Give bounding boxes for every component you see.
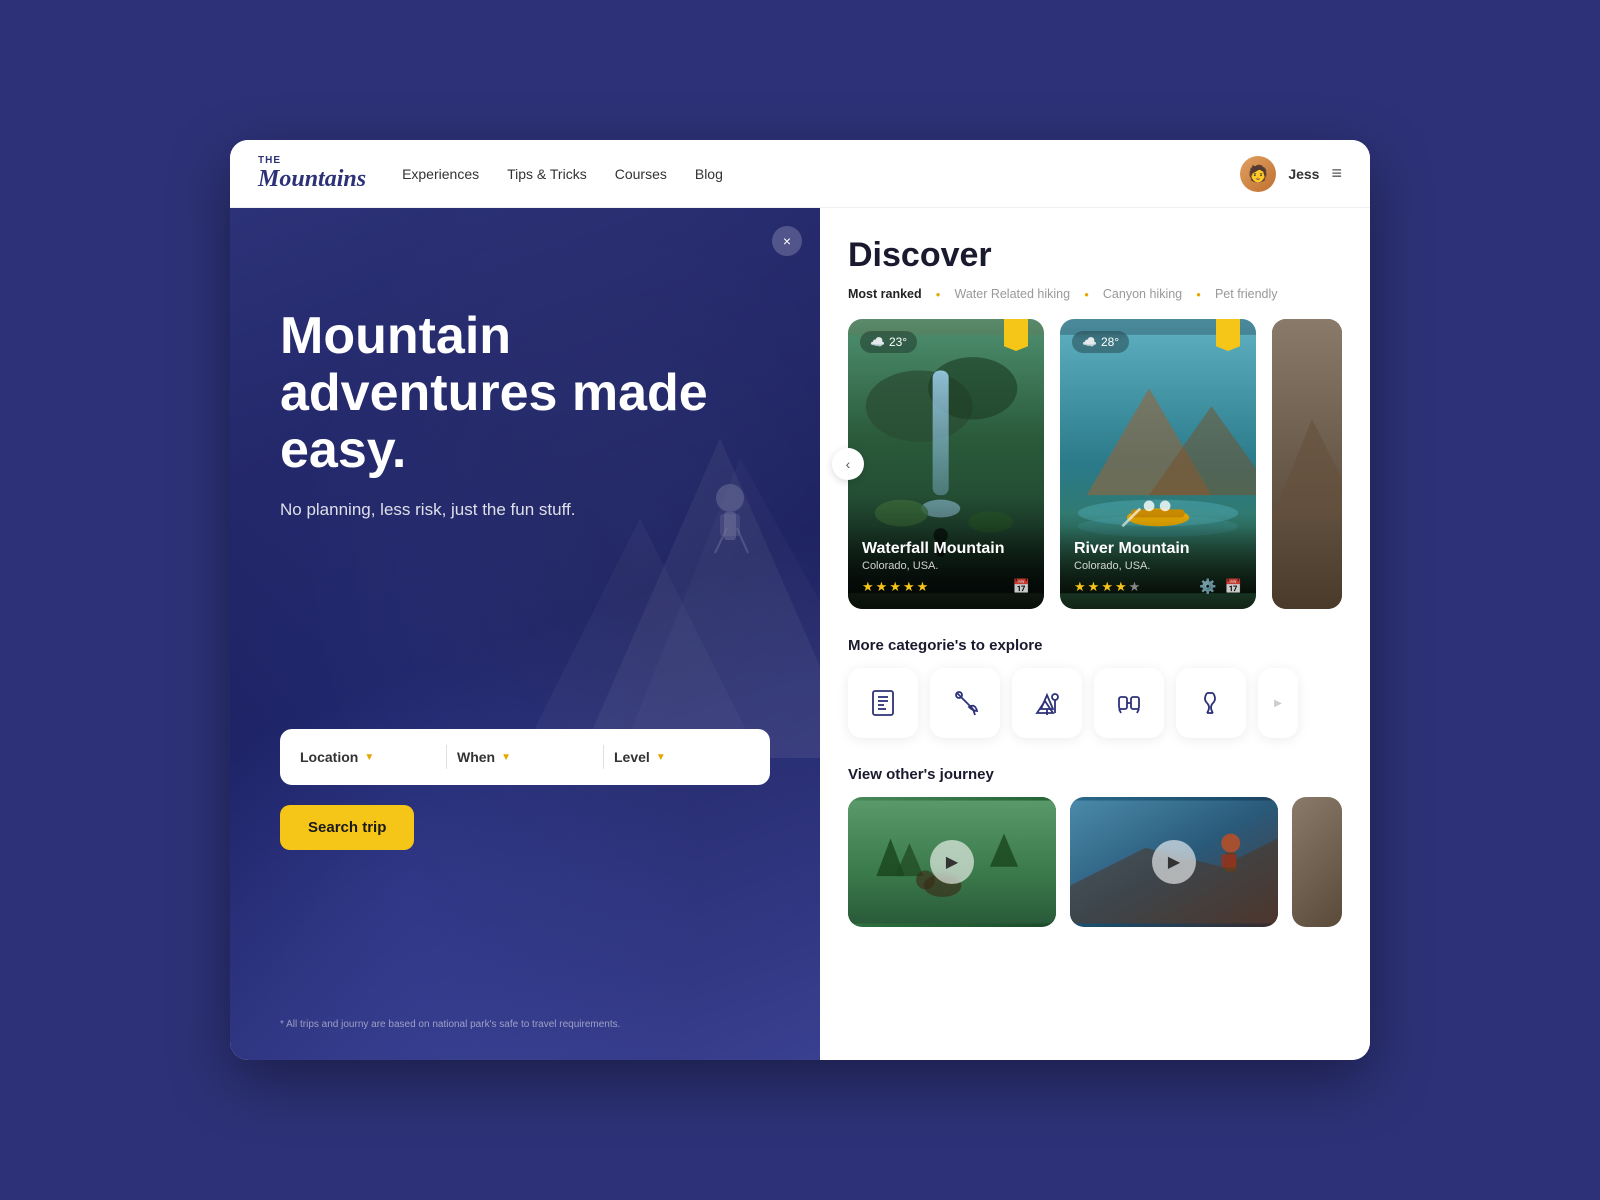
location-chevron: ▼ <box>364 752 374 763</box>
hero-title: Mountain adventures made easy. <box>280 308 770 480</box>
close-button[interactable]: × <box>772 226 802 256</box>
nav-tips-tricks[interactable]: Tips & Tricks <box>507 166 587 182</box>
card-footer-river: ★ ★ ★ ★ ★ ⚙️ 📅 <box>1074 578 1242 595</box>
card-weather-waterfall: ☁️ 23° <box>860 331 917 353</box>
card-title-river: River Mountain <box>1074 540 1242 558</box>
filter-bar: Most ranked ● Water Related hiking ● Can… <box>848 287 1342 301</box>
cards-row: ‹ <box>848 319 1342 609</box>
main-content: × Mountain adventures made easy. No plan… <box>230 208 1370 1060</box>
play-button-meadow[interactable]: ▶ <box>930 840 974 884</box>
cloud-icon-river: ☁️ <box>1082 335 1097 349</box>
card-icons-waterfall: 📅 <box>1013 578 1030 595</box>
star-5: ★ <box>917 579 929 595</box>
tools-icon: ⚙️ <box>1199 578 1216 595</box>
when-chevron: ▼ <box>501 752 511 763</box>
trip-card-river[interactable]: ☁️ 28° River Mountain Colorado, USA. ★ ★… <box>1060 319 1256 609</box>
journey-row: ▶ <box>848 797 1342 927</box>
logo-the: THE <box>258 155 366 166</box>
filter-dot-1: ● <box>936 290 941 299</box>
nav-experiences[interactable]: Experiences <box>402 166 479 182</box>
when-field[interactable]: When ▼ <box>457 749 593 765</box>
cloud-icon: ☁️ <box>870 335 885 349</box>
star-3: ★ <box>889 579 901 595</box>
app-container: THE Mountains Experiences Tips & Tricks … <box>230 140 1370 1060</box>
card-title-waterfall: Waterfall Mountain <box>862 540 1030 558</box>
filter-canyon-hiking[interactable]: Canyon hiking <box>1103 287 1182 301</box>
location-field[interactable]: Location ▼ <box>300 749 436 765</box>
trip-card-waterfall[interactable]: ☁️ 23° Waterfall Mountain Colorado, USA.… <box>848 319 1044 609</box>
filter-pet-friendly[interactable]: Pet friendly <box>1215 287 1278 301</box>
discover-title: Discover <box>848 236 1342 275</box>
r-star-2: ★ <box>1088 579 1100 595</box>
level-chevron: ▼ <box>656 752 666 763</box>
journey-card-meadow[interactable]: ▶ <box>848 797 1056 927</box>
card-location-river: Colorado, USA. <box>1074 560 1242 572</box>
journeys-title: View other's journey <box>848 766 1342 783</box>
r-star-1: ★ <box>1074 579 1086 595</box>
level-field[interactable]: Level ▼ <box>614 749 750 765</box>
hero-disclaimer: * All trips and journy are based on nati… <box>280 1019 770 1030</box>
logo[interactable]: THE Mountains <box>258 155 366 193</box>
filter-water-hiking[interactable]: Water Related hiking <box>954 287 1070 301</box>
stars-river: ★ ★ ★ ★ ★ <box>1074 579 1140 595</box>
field-divider-2 <box>603 745 604 769</box>
card-bookmark-river[interactable] <box>1216 319 1240 351</box>
r-star-4: ★ <box>1115 579 1127 595</box>
card-bookmark-waterfall[interactable] <box>1004 319 1028 351</box>
card-weather-river: ☁️ 28° <box>1072 331 1129 353</box>
star-1: ★ <box>862 579 874 595</box>
category-hiking[interactable] <box>1012 668 1082 738</box>
nav-links: Experiences Tips & Tricks Courses Blog <box>402 166 1240 182</box>
category-gear[interactable] <box>1094 668 1164 738</box>
right-panel: Discover Most ranked ● Water Related hik… <box>820 208 1370 1060</box>
nav-courses[interactable]: Courses <box>615 166 667 182</box>
journey-card-partial[interactable] <box>1292 797 1342 927</box>
logo-text: Mountains <box>258 166 366 192</box>
trip-card-partial[interactable] <box>1272 319 1342 609</box>
when-label: When <box>457 749 495 765</box>
search-panel: Location ▼ When ▼ Level ▼ Search trip <box>280 729 770 850</box>
card-icons-river: ⚙️ 📅 <box>1199 578 1242 595</box>
category-rope[interactable] <box>1176 668 1246 738</box>
stars-waterfall: ★ ★ ★ ★ ★ <box>862 579 928 595</box>
search-trip-button[interactable]: Search trip <box>280 805 414 850</box>
user-name: Jess <box>1288 166 1319 182</box>
nav-right: 🧑 Jess ≡ <box>1240 156 1342 192</box>
location-label: Location <box>300 749 358 765</box>
search-bar: Location ▼ When ▼ Level ▼ <box>280 729 770 785</box>
level-label: Level <box>614 749 650 765</box>
card-bottom-river: River Mountain Colorado, USA. ★ ★ ★ ★ ★ <box>1060 526 1256 609</box>
r-star-3: ★ <box>1101 579 1113 595</box>
nav-blog[interactable]: Blog <box>695 166 723 182</box>
menu-icon[interactable]: ≡ <box>1331 163 1342 184</box>
categories-title: More categorie's to explore <box>848 637 1342 654</box>
filter-dot-3: ● <box>1196 290 1201 299</box>
category-fishing[interactable] <box>930 668 1000 738</box>
hero-section: × Mountain adventures made easy. No plan… <box>230 208 820 1060</box>
card-bottom-waterfall: Waterfall Mountain Colorado, USA. ★ ★ ★ … <box>848 526 1044 609</box>
journey-card-adventure[interactable]: ▶ <box>1070 797 1278 927</box>
hero-text: Mountain adventures made easy. No planni… <box>280 308 770 520</box>
category-checklist[interactable] <box>848 668 918 738</box>
calendar-icon: 📅 <box>1013 578 1030 595</box>
filter-dot-2: ● <box>1084 290 1089 299</box>
river-temp: 28° <box>1101 335 1119 349</box>
hero-footer: * All trips and journy are based on nati… <box>280 1019 770 1030</box>
categories-row: ▶ <box>848 668 1342 738</box>
play-button-adventure[interactable]: ▶ <box>1152 840 1196 884</box>
card-location-waterfall: Colorado, USA. <box>862 560 1030 572</box>
navbar: THE Mountains Experiences Tips & Tricks … <box>230 140 1370 208</box>
field-divider-1 <box>446 745 447 769</box>
prev-button[interactable]: ‹ <box>832 448 864 480</box>
calendar-icon-2: 📅 <box>1225 578 1242 595</box>
avatar: 🧑 <box>1240 156 1276 192</box>
category-more[interactable]: ▶ <box>1258 668 1298 738</box>
star-4: ★ <box>903 579 915 595</box>
hero-subtitle: No planning, less risk, just the fun stu… <box>280 500 770 520</box>
waterfall-temp: 23° <box>889 335 907 349</box>
star-2: ★ <box>876 579 888 595</box>
r-star-5: ★ <box>1129 579 1141 595</box>
filter-most-ranked[interactable]: Most ranked <box>848 287 922 301</box>
card-footer-waterfall: ★ ★ ★ ★ ★ 📅 <box>862 578 1030 595</box>
